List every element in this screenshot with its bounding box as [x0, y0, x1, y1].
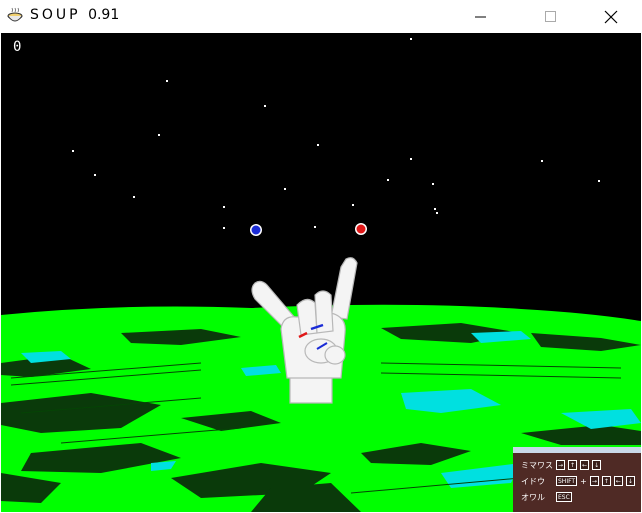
- key-up: ↑: [601, 476, 611, 486]
- game-viewport[interactable]: 0 ミマワス → ↑ ← ↓ イドウ SHIFT + → ↑ ← ↓ オワル E…: [1, 33, 641, 512]
- key-left: ←: [613, 476, 623, 486]
- scene: [1, 33, 641, 512]
- red-orb[interactable]: [355, 223, 367, 235]
- key-right: →: [556, 460, 566, 470]
- window-title: SOUP 0.91: [30, 7, 119, 23]
- blue-orb[interactable]: [250, 224, 262, 236]
- minimize-icon: [475, 16, 486, 17]
- maximize-icon: [545, 10, 556, 22]
- title-bar[interactable]: SOUP 0.91: [0, 0, 642, 33]
- score-counter: 0: [13, 39, 22, 55]
- close-icon: [604, 10, 618, 23]
- help-label-move: イドウ: [521, 476, 545, 486]
- minimize-button[interactable]: [458, 0, 504, 33]
- bowl-icon: [7, 7, 23, 22]
- key-shift: SHIFT: [556, 476, 578, 486]
- app-version: 0.91: [88, 7, 120, 23]
- help-row-quit: オワル ESC: [521, 491, 572, 503]
- key-up: ↑: [568, 460, 578, 470]
- app-name: SOUP: [30, 7, 81, 23]
- key-right: →: [589, 476, 599, 486]
- close-button[interactable]: [588, 0, 634, 33]
- maximize-button[interactable]: [528, 0, 574, 33]
- key-down: ↓: [592, 460, 602, 470]
- key-plus: +: [580, 476, 587, 486]
- help-row-move: イドウ SHIFT + → ↑ ← ↓: [521, 475, 635, 487]
- key-esc: ESC: [556, 492, 572, 502]
- help-label-look: ミマワス: [521, 460, 553, 470]
- help-row-look: ミマワス → ↑ ← ↓: [521, 459, 602, 471]
- controls-help-panel: ミマワス → ↑ ← ↓ イドウ SHIFT + → ↑ ← ↓ オワル ESC: [513, 447, 641, 512]
- key-down: ↓: [625, 476, 635, 486]
- help-label-quit: オワル: [521, 492, 545, 502]
- game-window: SOUP 0.91 0 ミマワス → ↑ ← ↓ イドウ SHIFT + → ↑…: [0, 0, 642, 513]
- key-left: ←: [580, 460, 590, 470]
